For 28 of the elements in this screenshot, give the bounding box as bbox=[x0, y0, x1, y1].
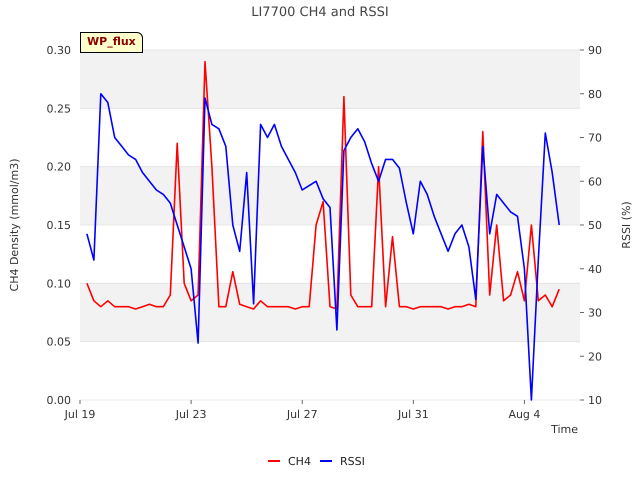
y-tick-label: 0.20 bbox=[46, 160, 71, 174]
x-axis-title: Time bbox=[551, 423, 578, 436]
right-tick-label: 50 bbox=[588, 219, 602, 232]
tag-label: WP_flux bbox=[80, 32, 143, 52]
x-tick-label: Jul 23 bbox=[176, 408, 206, 421]
x-tick-label: Jul 31 bbox=[398, 408, 429, 421]
legend-label: RSSI bbox=[340, 455, 365, 468]
right-tick-label: 40 bbox=[588, 262, 602, 276]
right-axis-title: RSSI (%) bbox=[620, 201, 633, 249]
x-tick-label: Aug 4 bbox=[508, 408, 540, 421]
right-tick-label: 80 bbox=[588, 88, 602, 101]
right-tick-label: 70 bbox=[588, 132, 602, 144]
legend-label: CH4 bbox=[288, 455, 311, 468]
right-tick-label: 60 bbox=[588, 175, 602, 188]
right-tick-label: 90 bbox=[588, 44, 602, 57]
right-tick-label: 30 bbox=[588, 306, 602, 320]
x-tick-label: Jul 27 bbox=[286, 408, 318, 421]
right-tick-label: 20 bbox=[588, 350, 602, 364]
y-axis-title: CH4 Density (mmol/m3) bbox=[8, 158, 21, 292]
y-tick-label: 0.00 bbox=[46, 394, 71, 407]
right-tick-label: 10 bbox=[588, 394, 602, 407]
y-tick-label: 0.05 bbox=[46, 336, 71, 349]
y-tick-label: 0.10 bbox=[46, 277, 71, 290]
y-tick-label: 0.15 bbox=[46, 219, 71, 232]
y-tick-label: 0.25 bbox=[46, 102, 71, 116]
x-tick-label: Jul 19 bbox=[64, 408, 96, 421]
chart-title: LI7700 CH4 and RSSI bbox=[251, 5, 389, 20]
y-tick-label: 0.30 bbox=[46, 44, 71, 57]
